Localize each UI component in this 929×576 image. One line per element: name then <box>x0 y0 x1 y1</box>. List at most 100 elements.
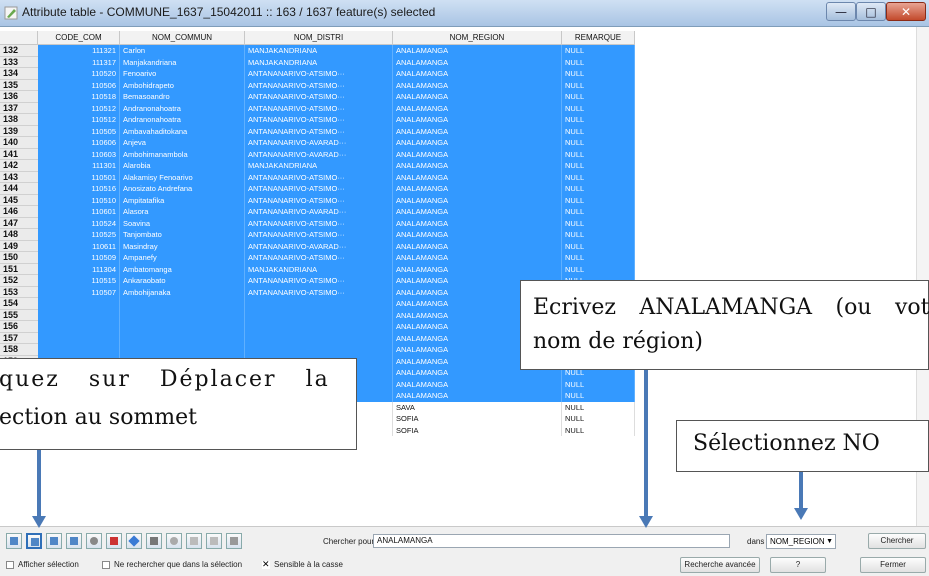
cell-remarque[interactable]: NULL <box>562 401 635 413</box>
cell-remarque[interactable]: NULL <box>562 68 635 80</box>
cell-region[interactable]: ANALAMANGA <box>393 125 562 137</box>
cell-remarque[interactable]: NULL <box>562 45 635 57</box>
help-button[interactable]: ? <box>770 557 826 573</box>
cell-remarque[interactable]: NULL <box>562 206 635 218</box>
cell-code[interactable]: 110611 <box>38 240 120 252</box>
cell-district[interactable]: ANTANANARIVO-AVARAD··· <box>245 240 393 252</box>
row-number[interactable]: 151 <box>0 263 38 275</box>
row-number[interactable]: 156 <box>0 321 38 333</box>
table-row[interactable]: 142 111301 Alarobia MANJAKANDRIANA ANALAMANG… <box>0 160 640 172</box>
cell-commune[interactable] <box>120 321 245 333</box>
row-number[interactable]: 149 <box>0 240 38 252</box>
cell-region[interactable]: ANALAMANGA <box>393 252 562 264</box>
cell-commune[interactable]: Alasora <box>120 206 245 218</box>
table-row[interactable]: 134 110520 Fenoarivo ANTANANARIVO-ATSIMO···… <box>0 68 640 80</box>
cell-commune[interactable]: Ambohijanaka <box>120 286 245 298</box>
cell-commune[interactable]: Carlon <box>120 45 245 57</box>
table-row[interactable]: 151 111304 Ambatomanga MANJAKANDRIANA ANALAM… <box>0 263 640 275</box>
cell-district[interactable]: ANTANANARIVO-ATSIMO··· <box>245 79 393 91</box>
cell-code[interactable]: 110512 <box>38 102 120 114</box>
cell-district[interactable]: ANTANANARIVO-ATSIMO··· <box>245 114 393 126</box>
case-sensitive-checkbox[interactable]: ✕ <box>262 561 270 570</box>
cell-remarque[interactable]: NULL <box>562 79 635 91</box>
cell-commune[interactable]: Fenoarivo <box>120 68 245 80</box>
cell-code[interactable]: 110516 <box>38 183 120 195</box>
invert-selection-icon[interactable] <box>46 533 62 549</box>
cell-region[interactable]: ANALAMANGA <box>393 148 562 160</box>
row-number[interactable]: 142 <box>0 160 38 172</box>
row-number[interactable]: 141 <box>0 148 38 160</box>
delete-selected-icon[interactable] <box>166 533 182 549</box>
cell-remarque[interactable]: NULL <box>562 114 635 126</box>
cell-code[interactable] <box>38 332 120 344</box>
cell-region[interactable]: ANALAMANGA <box>393 56 562 68</box>
cell-district[interactable] <box>245 344 393 356</box>
table-row[interactable]: 132 111321 Carlon MANJAKANDRIANA ANALAMANGA N… <box>0 45 640 57</box>
cell-remarque[interactable]: NULL <box>562 56 635 68</box>
row-number[interactable]: 143 <box>0 171 38 183</box>
cell-commune[interactable]: Soavina <box>120 217 245 229</box>
row-number[interactable]: 138 <box>0 114 38 126</box>
cell-district[interactable]: ANTANANARIVO-ATSIMO··· <box>245 229 393 241</box>
cell-region[interactable]: ANALAMANGA <box>393 45 562 57</box>
show-selection-checkbox[interactable] <box>6 561 14 569</box>
cell-commune[interactable]: Ampanefy <box>120 252 245 264</box>
cell-region[interactable]: SOFIA <box>393 424 562 436</box>
cell-commune[interactable]: Manjakandriana <box>120 56 245 68</box>
cell-commune[interactable] <box>120 309 245 321</box>
cell-code[interactable]: 111304 <box>38 263 120 275</box>
cell-commune[interactable] <box>120 344 245 356</box>
save-edits-icon[interactable] <box>146 533 162 549</box>
cell-district[interactable] <box>245 309 393 321</box>
cell-commune[interactable]: Alakamisy Fenoarivo <box>120 171 245 183</box>
cell-district[interactable]: ANTANANARIVO-ATSIMO··· <box>245 275 393 287</box>
row-number[interactable]: 140 <box>0 137 38 149</box>
search-selection-only-checkbox[interactable] <box>102 561 110 569</box>
cell-commune[interactable]: Ampitatafika <box>120 194 245 206</box>
table-row[interactable]: 146 110601 Alasora ANTANANARIVO-AVARAD··· AN… <box>0 206 640 218</box>
move-selection-to-top-icon[interactable] <box>26 533 42 549</box>
table-row[interactable]: 150 110509 Ampanefy ANTANANARIVO-ATSIMO··· A… <box>0 252 640 264</box>
cell-district[interactable]: MANJAKANDRIANA <box>245 45 393 57</box>
cell-district[interactable]: MANJAKANDRIANA <box>245 56 393 68</box>
table-row[interactable]: 148 110525 Tanjombato ANTANANARIVO-ATSIMO··… <box>0 229 640 241</box>
cell-code[interactable]: 110601 <box>38 206 120 218</box>
cell-commune[interactable]: Anosizato Andrefana <box>120 183 245 195</box>
cell-district[interactable]: ANTANANARIVO-AVARAD··· <box>245 148 393 160</box>
cell-code[interactable]: 110524 <box>38 217 120 229</box>
cell-region[interactable]: SOFIA <box>393 413 562 425</box>
cell-region[interactable]: ANALAMANGA <box>393 183 562 195</box>
cell-code[interactable]: 110603 <box>38 148 120 160</box>
zoom-to-selection-icon[interactable] <box>86 533 102 549</box>
cell-remarque[interactable]: NULL <box>562 240 635 252</box>
cell-remarque[interactable]: NULL <box>562 378 635 390</box>
cell-region[interactable]: ANALAMANGA <box>393 137 562 149</box>
row-number[interactable]: 132 <box>0 45 38 57</box>
column-header-code[interactable]: CODE_COM <box>38 31 120 45</box>
row-number[interactable]: 152 <box>0 275 38 287</box>
cell-district[interactable]: ANTANANARIVO-ATSIMO··· <box>245 286 393 298</box>
row-number[interactable]: 139 <box>0 125 38 137</box>
cell-commune[interactable] <box>120 298 245 310</box>
cell-commune[interactable]: Masindray <box>120 240 245 252</box>
cell-code[interactable] <box>38 321 120 333</box>
row-number[interactable]: 134 <box>0 68 38 80</box>
pan-to-selection-icon[interactable] <box>106 533 122 549</box>
cell-commune[interactable]: Ankaraobato <box>120 275 245 287</box>
cell-code[interactable]: 111321 <box>38 45 120 57</box>
row-number[interactable]: 148 <box>0 229 38 241</box>
row-number[interactable]: 158 <box>0 344 38 356</box>
cell-region[interactable]: ANALAMANGA <box>393 263 562 275</box>
cell-region[interactable]: ANALAMANGA <box>393 206 562 218</box>
row-number[interactable]: 155 <box>0 309 38 321</box>
row-number[interactable]: 135 <box>0 79 38 91</box>
cell-remarque[interactable]: NULL <box>562 160 635 172</box>
table-row[interactable]: 143 110501 Alakamisy Fenoarivo ANTANANARIVO… <box>0 171 640 183</box>
cell-code[interactable]: 110525 <box>38 229 120 241</box>
column-header-remarque[interactable]: REMARQUE <box>562 31 635 45</box>
table-row[interactable]: 136 110518 Bemasoandro ANTANANARIVO-ATSIMO·… <box>0 91 640 103</box>
table-row[interactable]: 141 110603 Ambohimanambola ANTANANARIVO-AVA… <box>0 148 640 160</box>
table-row[interactable]: 137 110512 Andranonahoatra ANTANANARIVO-ATS… <box>0 102 640 114</box>
corner-header[interactable] <box>0 31 38 45</box>
table-row[interactable]: 139 110505 Ambavahaditokana ANTANANARIVO-AT… <box>0 125 640 137</box>
